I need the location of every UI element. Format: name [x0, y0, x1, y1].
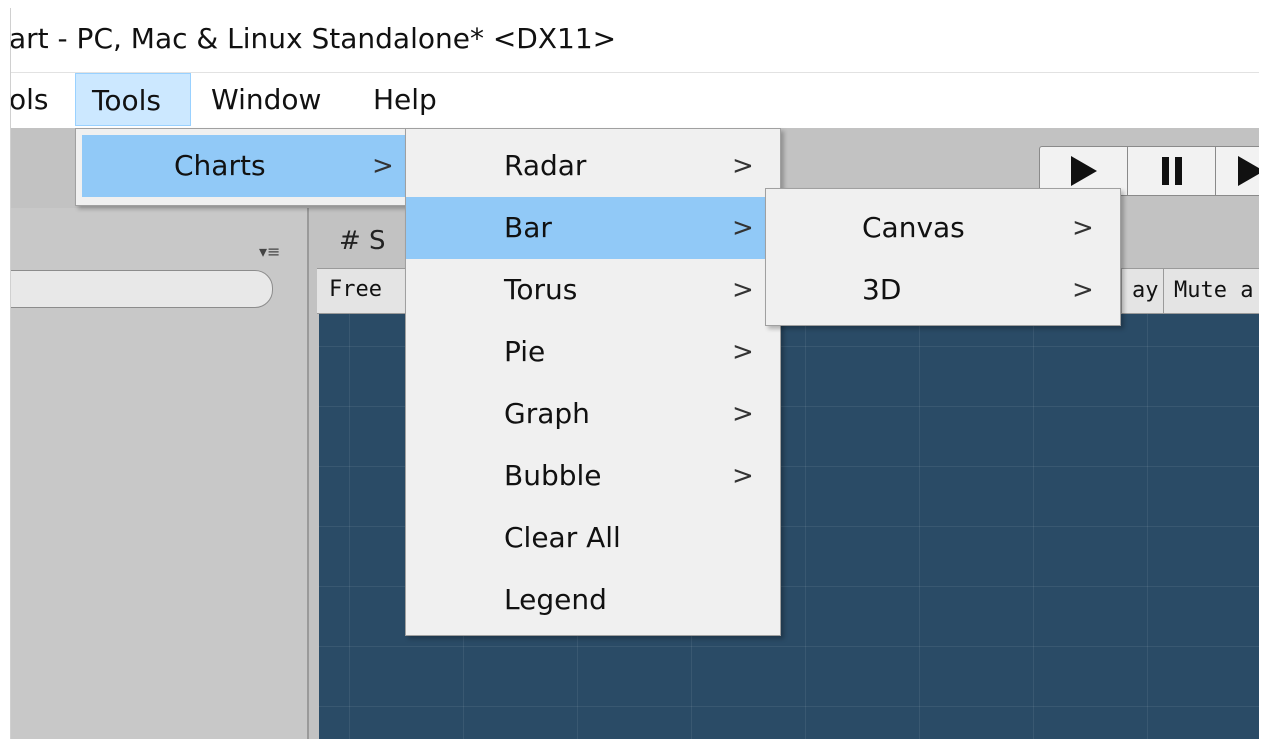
- step-icon: [1238, 156, 1259, 186]
- menu-item-label: Canvas: [862, 211, 965, 244]
- menu-item-torus[interactable]: Torus >: [406, 259, 780, 321]
- chevron-right-icon: >: [732, 213, 754, 243]
- menu-item-label: 3D: [862, 273, 902, 306]
- chevron-right-icon: >: [732, 337, 754, 367]
- step-button[interactable]: [1216, 147, 1259, 195]
- charts-submenu: Radar > Bar > Torus > Pie > Graph > Bubb…: [405, 128, 781, 636]
- pause-icon: [1161, 157, 1182, 185]
- menu-item-radar[interactable]: Radar >: [406, 135, 780, 197]
- menu-item-clear-all[interactable]: Clear All: [406, 507, 780, 569]
- bar-submenu: Canvas > 3D >: [765, 188, 1121, 326]
- menu-item-pie[interactable]: Pie >: [406, 321, 780, 383]
- tools-menu: Charts >: [75, 128, 419, 206]
- menu-item-label: Bar: [504, 211, 552, 244]
- draw-mode-dropdown[interactable]: Free: [329, 277, 382, 302]
- menu-item-bar[interactable]: Bar >: [406, 197, 780, 259]
- window-title: art - PC, Mac & Linux Standalone* <DX11>: [10, 22, 617, 55]
- unity-editor-window: art - PC, Mac & Linux Standalone* <DX11>…: [10, 8, 1259, 739]
- menu-bar: ols Tools Window Help: [11, 73, 1259, 128]
- menu-tools[interactable]: Tools: [75, 73, 191, 126]
- chevron-right-icon: >: [732, 461, 754, 491]
- play-icon: [1070, 156, 1097, 186]
- menu-item-label: Bubble: [504, 459, 602, 492]
- panel-menu-icon[interactable]: ▾≡: [259, 242, 280, 261]
- chevron-right-icon: >: [732, 399, 754, 429]
- menu-window[interactable]: Window: [211, 73, 351, 126]
- menu-item-label: Clear All: [504, 521, 621, 554]
- menu-item-label: Pie: [504, 335, 546, 368]
- menu-item-graph[interactable]: Graph >: [406, 383, 780, 445]
- hierarchy-search-input[interactable]: [11, 270, 273, 308]
- menu-item-label: Charts: [174, 149, 266, 182]
- title-bar: art - PC, Mac & Linux Standalone* <DX11>: [11, 8, 1259, 73]
- chevron-right-icon: >: [1072, 275, 1094, 305]
- menu-item-label: Torus: [504, 273, 578, 306]
- menu-item-charts[interactable]: Charts >: [82, 135, 418, 197]
- chevron-right-icon: >: [732, 151, 754, 181]
- menu-item-legend[interactable]: Legend: [406, 569, 780, 631]
- chevron-right-icon: >: [1072, 213, 1094, 243]
- menu-item-bubble[interactable]: Bubble >: [406, 445, 780, 507]
- pause-button[interactable]: [1128, 147, 1216, 195]
- mute-audio-toggle[interactable]: Mute a: [1163, 269, 1259, 313]
- menu-help[interactable]: Help: [373, 73, 463, 126]
- menu-item-label: Graph: [504, 397, 590, 430]
- chevron-right-icon: >: [372, 151, 394, 181]
- menu-tools-partial[interactable]: ols: [11, 73, 69, 126]
- tab-scene[interactable]: # S: [339, 226, 386, 256]
- menu-item-3d[interactable]: 3D >: [766, 259, 1120, 321]
- menu-item-label: Radar: [504, 149, 587, 182]
- menu-item-canvas[interactable]: Canvas >: [766, 197, 1120, 259]
- chevron-right-icon: >: [732, 275, 754, 305]
- menu-item-label: Legend: [504, 583, 607, 616]
